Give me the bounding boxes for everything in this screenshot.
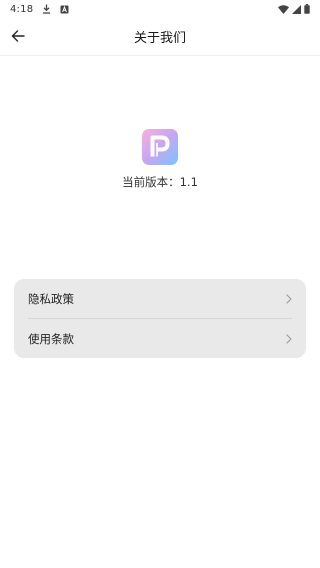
- page-title: 关于我们: [133, 31, 186, 46]
- status-left: 4:18: [10, 4, 69, 15]
- menu-item-terms-of-use[interactable]: 使用条款: [14, 319, 306, 358]
- version-text: 当前版本：1.1: [122, 175, 198, 189]
- signal-icon: [292, 4, 301, 14]
- status-right: [278, 4, 310, 14]
- menu-item-label: 隐私政策: [28, 291, 74, 306]
- menu-item-privacy-policy[interactable]: 隐私政策: [14, 279, 306, 318]
- status-bar: 4:18: [0, 0, 320, 18]
- app-logo-p-icon: [142, 129, 178, 165]
- chevron-right-icon: [286, 293, 292, 304]
- back-button[interactable]: [6, 24, 30, 48]
- arrow-left-icon: [11, 30, 25, 42]
- menu-item-label: 使用条款: [28, 331, 74, 346]
- app-bar: 关于我们: [0, 18, 320, 56]
- menu-card: 隐私政策 使用条款: [14, 279, 306, 358]
- wifi-icon: [278, 4, 289, 14]
- download-icon: [42, 4, 51, 14]
- status-time: 4:18: [10, 3, 34, 15]
- battery-icon: [304, 4, 310, 14]
- chevron-right-icon: [286, 333, 292, 344]
- notification-a-icon: [60, 5, 69, 14]
- about-us-screen: 4:18 关于我们 当前版本：1.1 隐私政策 使用条款: [0, 0, 320, 568]
